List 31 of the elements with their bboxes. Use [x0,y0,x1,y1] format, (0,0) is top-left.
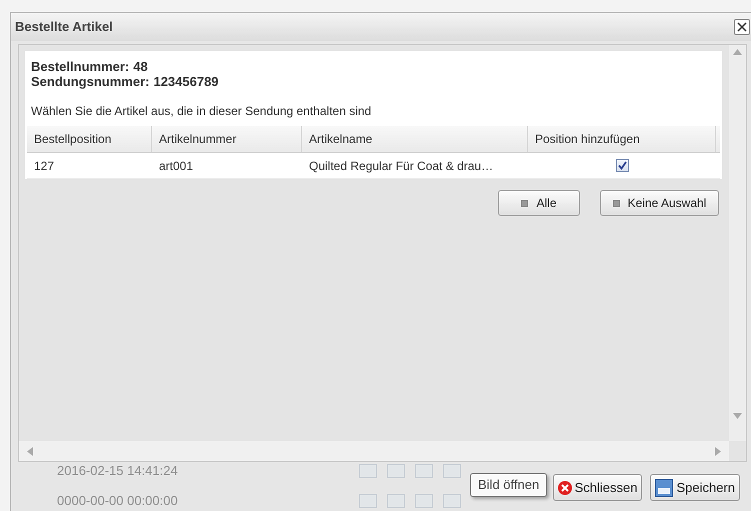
tooltip: Bild öffnen [470,473,548,497]
scroll-up-icon[interactable] [733,49,742,55]
info-value: 123456789 [153,74,219,89]
column-header[interactable]: Position hinzufügen [528,126,716,152]
info-label: Sendungsnummer: [31,74,150,89]
table-cell-text: 127 [33,158,56,174]
close-icon [558,480,572,494]
instruction-text: Wählen Sie die Artikel aus, die in dieser Sendung enthalten sind [30,103,372,120]
timestamp-text: 2016-02-15 14:41:24 [57,462,178,480]
close-button[interactable] [734,19,750,35]
table-cell-text: art001 [158,158,194,174]
info-value: 48 [133,59,148,74]
info-label: Bestellnummer: [31,59,130,74]
timestamp-text: 0000-00-00 00:00:00 [57,492,178,510]
table-cell-text: Quilted Regular Für Coat & drau… [308,158,494,174]
scroll-left-icon[interactable] [27,446,33,456]
select-button[interactable]: Alle [498,190,580,216]
scroll-down-icon[interactable] [733,413,742,419]
close-button[interactable]: Schliessen [552,474,642,501]
scroll-right-icon[interactable] [715,446,721,456]
vertical-scrollbar[interactable] [729,45,746,441]
column-header[interactable]: Bestellposition [27,126,152,152]
table-row[interactable]: 127 art001 Quilted Regular Für Coat & drau… [27,153,720,179]
close-icon [737,22,747,32]
select-button[interactable]: Keine Auswahl [600,190,719,216]
column-header[interactable]: Artikelnummer [152,126,302,152]
window-title: Bestellte Artikel [15,18,113,36]
horizontal-scrollbar[interactable] [19,441,729,461]
save-button[interactable]: Speichern [650,474,740,501]
checkbox[interactable] [616,159,628,172]
column-header[interactable]: Artikelname [302,126,528,152]
